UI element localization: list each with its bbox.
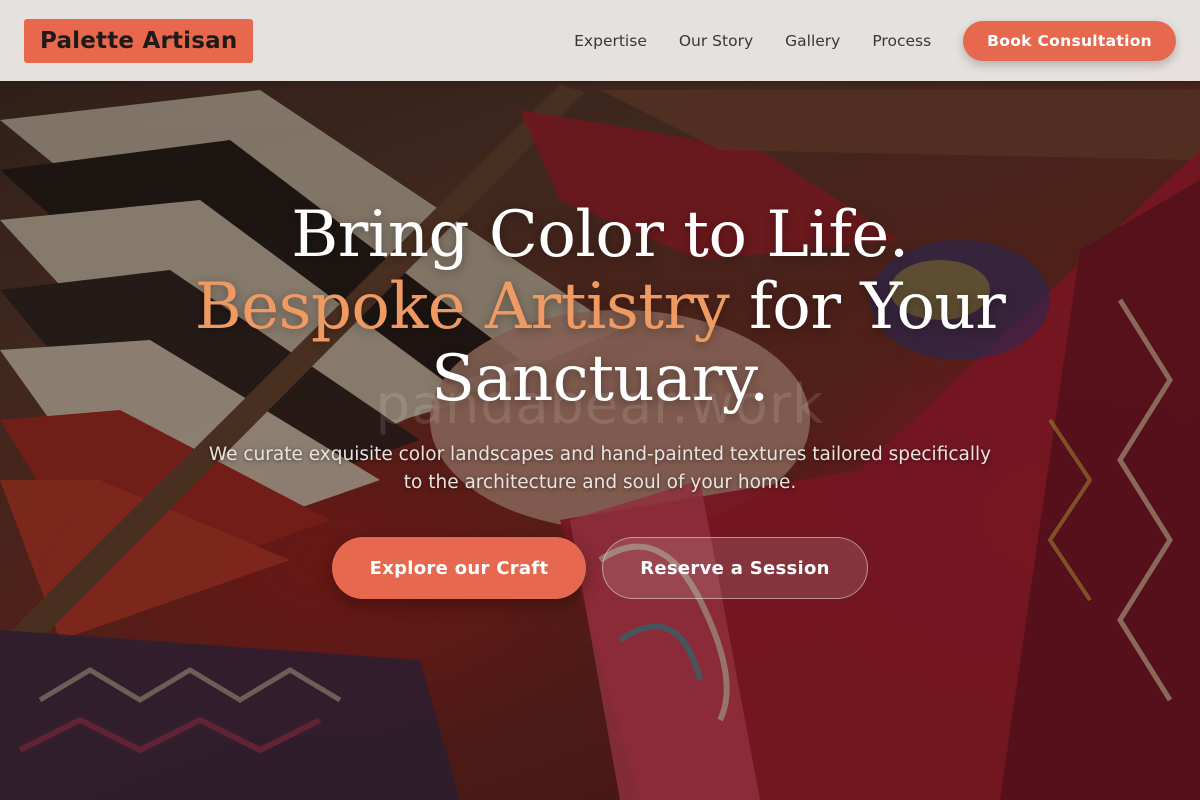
nav-link-gallery[interactable]: Gallery	[785, 32, 840, 50]
nav-link-our-story[interactable]: Our Story	[679, 32, 753, 50]
nav-link-process[interactable]: Process	[872, 32, 931, 50]
headline-line-1: Bring Color to Life.	[291, 198, 909, 272]
explore-craft-button[interactable]: Explore our Craft	[332, 537, 586, 599]
nav-link-expertise[interactable]: Expertise	[574, 32, 647, 50]
headline-accent: Bespoke Artistry	[194, 270, 730, 344]
site-header: Palette Artisan Expertise Our Story Gall…	[0, 0, 1200, 81]
hero-headline: Bring Color to Life. Bespoke Artistry fo…	[100, 199, 1100, 415]
brand-logo[interactable]: Palette Artisan	[24, 18, 254, 63]
main-nav: Expertise Our Story Gallery Process	[574, 32, 931, 50]
book-consultation-button[interactable]: Book Consultation	[963, 20, 1176, 61]
hero-section: pandabear.work Bring Color to Life. Besp…	[0, 81, 1200, 800]
reserve-session-button[interactable]: Reserve a Session	[602, 537, 868, 599]
hero-subtitle: We curate exquisite color landscapes and…	[208, 444, 992, 493]
